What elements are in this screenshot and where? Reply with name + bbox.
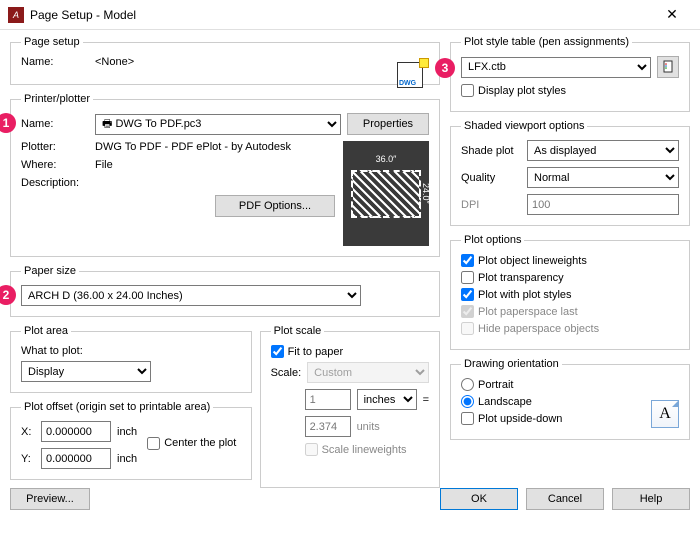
display-ps-check[interactable] <box>461 84 474 97</box>
page-setup-group: Page setup Name: <None> DWG <box>10 36 440 85</box>
scale-label: Scale: <box>271 367 302 379</box>
plot-ps-last-check <box>461 305 474 318</box>
preview-button[interactable]: Preview... <box>10 488 90 510</box>
center-plot-label: Center the plot <box>164 437 236 449</box>
shaded-viewport-group: Shaded viewport options Shade plot As dis… <box>450 120 690 226</box>
scale-num-input <box>305 389 351 410</box>
fit-to-paper-check[interactable] <box>271 345 284 358</box>
dpi-label: DPI <box>461 199 521 211</box>
properties-button[interactable]: Properties <box>347 113 429 135</box>
titlebar: A Page Setup - Model ✕ <box>0 0 700 30</box>
orientation-icon: A <box>651 400 679 428</box>
paper-preview: 36.0″ 24.0″ <box>343 141 429 246</box>
fit-to-paper-label: Fit to paper <box>288 346 344 358</box>
hide-ps-check <box>461 322 474 335</box>
plot-style-table-group: Plot style table (pen assignments) LFX.c… <box>450 36 690 112</box>
plotter-label: Plotter: <box>21 141 89 153</box>
callout-3: 3 <box>435 58 455 78</box>
plot-options-legend: Plot options <box>461 234 524 246</box>
shade-plot-select[interactable]: As displayed <box>527 140 679 161</box>
plot-scale-legend: Plot scale <box>271 325 325 337</box>
plotter-value: DWG To PDF - PDF ePlot - by Autodesk <box>95 141 291 153</box>
shade-plot-label: Shade plot <box>461 145 521 157</box>
scale-lw-check <box>305 443 318 456</box>
printer-name-select[interactable]: 🖶 DWG To PDF.pc3 <box>95 114 341 135</box>
ok-button[interactable]: OK <box>440 488 518 510</box>
scale-den-input <box>305 416 351 437</box>
eq-label: = <box>423 394 429 406</box>
landscape-radio[interactable] <box>461 395 474 408</box>
x-unit: inch <box>117 426 137 438</box>
x-input[interactable] <box>41 421 111 442</box>
scale-lw-label: Scale lineweights <box>322 444 407 456</box>
portrait-radio[interactable] <box>461 378 474 391</box>
upside-check[interactable] <box>461 412 474 425</box>
y-label: Y: <box>21 453 35 465</box>
display-ps-label: Display plot styles <box>478 85 566 97</box>
window-title: Page Setup - Model <box>30 8 652 22</box>
printer-group: Printer/plotter Name: 🖶 DWG To PDF.pc3 P… <box>10 93 440 257</box>
paper-size-group: Paper size ARCH D (36.00 x 24.00 Inches) <box>10 265 440 317</box>
orientation-legend: Drawing orientation <box>461 358 562 370</box>
what-to-plot-select[interactable]: Display <box>21 361 151 382</box>
plot-area-legend: Plot area <box>21 325 71 337</box>
pst-legend: Plot style table (pen assignments) <box>461 36 632 48</box>
plot-offset-group: Plot offset (origin set to printable are… <box>10 401 252 480</box>
pst-edit-button[interactable] <box>657 56 679 78</box>
name-value: <None> <box>95 56 134 68</box>
pdf-options-button[interactable]: PDF Options... <box>215 195 335 217</box>
center-plot-check[interactable] <box>147 437 160 450</box>
plot-lw-check[interactable] <box>461 254 474 267</box>
shaded-legend: Shaded viewport options <box>461 120 587 132</box>
plot-styles-check[interactable] <box>461 288 474 301</box>
cancel-button[interactable]: Cancel <box>526 488 604 510</box>
quality-select[interactable]: Normal <box>527 167 679 188</box>
name-label: Name: <box>21 56 89 68</box>
paper-size-select[interactable]: ARCH D (36.00 x 24.00 Inches) <box>21 285 361 306</box>
plot-offset-legend: Plot offset (origin set to printable are… <box>21 401 213 413</box>
desc-label: Description: <box>21 177 89 189</box>
what-to-plot-label: What to plot: <box>21 345 241 357</box>
dpi-input <box>527 194 679 215</box>
x-label: X: <box>21 426 35 438</box>
page-setup-legend: Page setup <box>21 36 83 48</box>
scale-select: Custom <box>307 362 429 383</box>
where-label: Where: <box>21 159 89 171</box>
dwg-icon: DWG <box>397 58 429 90</box>
scale-unit-select[interactable]: inches <box>357 389 417 410</box>
printer-name-label: Name: <box>21 118 89 130</box>
pst-select[interactable]: LFX.ctb <box>461 57 651 78</box>
plot-trans-check[interactable] <box>461 271 474 284</box>
app-icon: A <box>8 7 24 23</box>
help-button[interactable]: Help <box>612 488 690 510</box>
paper-size-legend: Paper size <box>21 265 79 277</box>
close-button[interactable]: ✕ <box>652 1 692 29</box>
y-input[interactable] <box>41 448 111 469</box>
printer-legend: Printer/plotter <box>21 93 93 105</box>
quality-label: Quality <box>461 172 521 184</box>
plot-scale-group: Plot scale Fit to paper Scale: Custom inc… <box>260 325 440 488</box>
orientation-group: Drawing orientation Portrait Landscape P… <box>450 358 690 440</box>
y-unit: inch <box>117 453 137 465</box>
plot-options-group: Plot options Plot object lineweights Plo… <box>450 234 690 350</box>
where-value: File <box>95 159 113 171</box>
den-unit-label: units <box>357 421 380 433</box>
plot-area-group: Plot area What to plot: Display <box>10 325 252 393</box>
